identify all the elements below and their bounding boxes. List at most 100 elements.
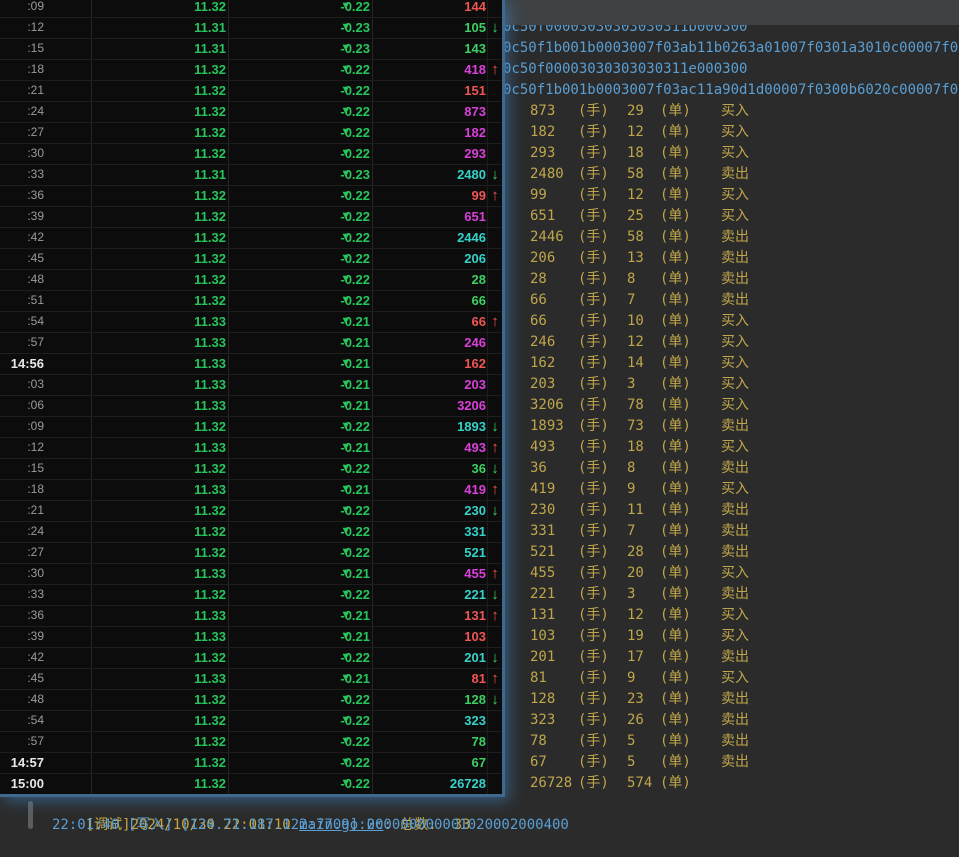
cell-price: 11.32 [95,101,226,122]
trade-count: 8 [627,269,635,290]
unit-hand-label: (手) [578,668,609,689]
unit-order-label: (单) [660,374,691,395]
trade-direction: 卖出 [721,458,749,479]
trade-direction: 买入 [721,332,749,353]
trade-direction: 买入 [721,101,749,122]
unit-hand-label: (手) [578,731,609,752]
cell-price: 11.33 [95,563,226,584]
cell-change: ▼-0.22 [232,248,370,269]
cell-time: :39 [0,206,44,227]
trade-count: 13 [627,248,644,269]
cell-price: 11.32 [95,500,226,521]
trade-volume: 206 [530,248,555,269]
cell-change: ▼-0.23 [232,164,370,185]
trade-volume: 28 [530,269,547,290]
trade-volume: 131 [530,605,555,626]
trade-direction: 买入 [721,668,749,689]
scrollbar-thumb[interactable] [28,801,33,829]
unit-hand-label: (手) [578,164,609,185]
arrow-up-icon: ↑ [488,185,502,206]
unit-hand-label: (手) [578,437,609,458]
cell-change: ▼-0.23 [232,38,370,59]
cell-volume: 28 [376,269,486,290]
arrow-up-icon: ↑ [488,668,502,689]
cell-volume: 144 [376,0,486,17]
down-triangle-icon: ▼ [340,647,351,668]
unit-order-label: (单) [660,479,691,500]
cell-time: :09 [0,0,44,17]
trade-direction: 买入 [721,479,749,500]
trade-volume: 2446 [530,227,564,248]
trade-count: 28 [627,542,644,563]
trade-count: 9 [627,668,635,689]
unit-order-label: (单) [660,542,691,563]
cell-change: ▼-0.22 [232,122,370,143]
trade-count: 3 [627,374,635,395]
cell-change: ▼-0.22 [232,269,370,290]
trade-direction: 卖出 [721,227,749,248]
cell-volume: 26728 [376,773,486,794]
cell-time: :54 [0,710,44,731]
cell-volume: 206 [376,248,486,269]
unit-hand-label: (手) [578,332,609,353]
cell-time: :39 [0,626,44,647]
cell-volume: 99 [376,185,486,206]
table-row: :3311.31▼-0.232480↓ [0,164,502,186]
trade-direction: 卖出 [721,584,749,605]
down-triangle-icon: ▼ [340,227,351,248]
cell-time: :24 [0,101,44,122]
trade-volume: 128 [530,689,555,710]
cell-price: 11.32 [95,227,226,248]
cell-change: ▼-0.22 [232,227,370,248]
table-row: 14:5711.32▼-0.2267 [0,752,502,774]
cell-time: :57 [0,332,44,353]
trade-volume: 99 [530,185,547,206]
tick-trade-window: :0911.32▼-0.22144:1211.31▼-0.23105↓:1511… [0,0,505,797]
table-row: :5711.33▼-0.21246 [0,332,502,354]
table-row: :3611.33▼-0.21131↑ [0,605,502,627]
cell-time: :18 [0,479,44,500]
trade-count: 20 [627,563,644,584]
cell-volume: 3206 [376,395,486,416]
down-triangle-icon: ▼ [340,269,351,290]
cell-price: 11.32 [95,80,226,101]
cell-volume: 201 [376,647,486,668]
cell-time: :06 [0,395,44,416]
unit-order-label: (单) [660,227,691,248]
table-row: :4211.32▼-0.22201↓ [0,647,502,669]
cell-time: :45 [0,668,44,689]
trade-direction: 买入 [721,395,749,416]
cell-volume: 221 [376,584,486,605]
cell-time: :30 [0,143,44,164]
cell-time: :27 [0,542,44,563]
trade-direction: 买入 [721,311,749,332]
trade-volume: 873 [530,101,555,122]
unit-order-label: (单) [660,269,691,290]
cell-time: :27 [0,122,44,143]
cell-time: :36 [0,605,44,626]
cell-volume: 66 [376,311,486,332]
trade-volume: 246 [530,332,555,353]
arrow-up-icon: ↑ [488,311,502,332]
table-row: :4811.32▼-0.2228 [0,269,502,291]
cell-price: 11.32 [95,752,226,773]
unit-order-label: (单) [660,353,691,374]
cell-price: 11.32 [95,206,226,227]
unit-order-label: (单) [660,731,691,752]
unit-hand-label: (手) [578,311,609,332]
cell-change: ▼-0.22 [232,689,370,710]
cell-time: :48 [0,269,44,290]
cell-price: 11.33 [95,668,226,689]
trade-direction: 卖出 [721,647,749,668]
cell-time: :09 [0,416,44,437]
trade-direction: 买入 [721,626,749,647]
unit-hand-label: (手) [578,626,609,647]
cell-change: ▼-0.21 [232,332,370,353]
table-row: :4511.32▼-0.22206 [0,248,502,270]
cell-volume: 419 [376,479,486,500]
trade-count: 26 [627,710,644,731]
table-row: :1811.33▼-0.21419↑ [0,479,502,501]
down-triangle-icon: ▼ [340,248,351,269]
down-triangle-icon: ▼ [340,605,351,626]
trade-direction: 买入 [721,206,749,227]
